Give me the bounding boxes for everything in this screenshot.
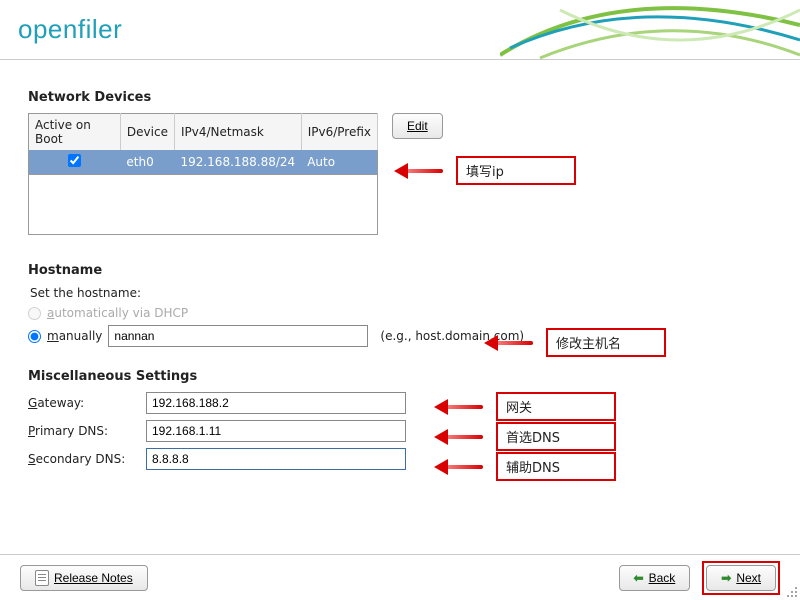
header-swirl xyxy=(500,0,800,60)
arrow-left-icon: ⬅ xyxy=(634,571,644,585)
active-checkbox[interactable] xyxy=(68,154,81,167)
release-notes-button[interactable]: Release Notes xyxy=(20,565,148,591)
gateway-label: Gateway: xyxy=(28,396,138,410)
hostname-input[interactable] xyxy=(108,325,368,347)
logo: openfiler xyxy=(18,14,122,45)
section-network-devices: Network Devices xyxy=(28,90,772,105)
back-button[interactable]: ⬅ Back xyxy=(619,565,691,591)
radio-manual[interactable] xyxy=(28,330,41,343)
col-ipv6[interactable]: IPv6/Prefix xyxy=(301,114,377,151)
resize-grip-icon[interactable] xyxy=(784,584,798,598)
radio-auto-row: automatically via DHCP xyxy=(28,306,772,320)
annotation-secondary-dns: 辅助DNS xyxy=(438,452,616,481)
primary-dns-label: Primary DNS: xyxy=(28,424,138,438)
col-ipv4[interactable]: IPv4/Netmask xyxy=(174,114,301,151)
primary-dns-input[interactable] xyxy=(146,420,406,442)
footer: Release Notes ⬅ Back ➡ Next xyxy=(0,554,800,600)
edit-button[interactable]: Edit xyxy=(392,113,443,139)
section-misc: Miscellaneous Settings xyxy=(28,369,772,384)
cell-ipv4: 192.168.188.88/24 xyxy=(174,150,301,175)
arrow-right-icon: ➡ xyxy=(721,571,731,585)
header: openfiler xyxy=(0,0,800,60)
radio-auto xyxy=(28,307,41,320)
col-device[interactable]: Device xyxy=(120,114,174,151)
radio-manual-label: manually xyxy=(47,329,102,343)
document-icon xyxy=(35,570,49,586)
secondary-dns-input[interactable] xyxy=(146,448,406,470)
gateway-input[interactable] xyxy=(146,392,406,414)
next-button[interactable]: ➡ Next xyxy=(706,565,776,591)
set-hostname-label: Set the hostname: xyxy=(30,286,772,300)
annotation-ip: 填写ip xyxy=(398,156,576,185)
annotation-hostname: 修改主机名 xyxy=(488,328,666,357)
network-row-eth0[interactable]: eth0 192.168.188.88/24 Auto xyxy=(29,150,378,175)
network-table-body-empty[interactable] xyxy=(28,175,378,235)
secondary-dns-label: Secondary DNS: xyxy=(28,452,138,466)
col-active[interactable]: Active on Boot xyxy=(29,114,121,151)
next-button-highlight: ➡ Next xyxy=(702,561,780,595)
network-table: Active on Boot Device IPv4/Netmask IPv6/… xyxy=(28,113,378,175)
section-hostname: Hostname xyxy=(28,263,772,278)
annotation-primary-dns: 首选DNS xyxy=(438,422,616,451)
cell-ipv6: Auto xyxy=(301,150,377,175)
radio-auto-label: automatically via DHCP xyxy=(47,306,188,320)
annotation-gateway: 网关 xyxy=(438,392,616,421)
cell-device: eth0 xyxy=(120,150,174,175)
